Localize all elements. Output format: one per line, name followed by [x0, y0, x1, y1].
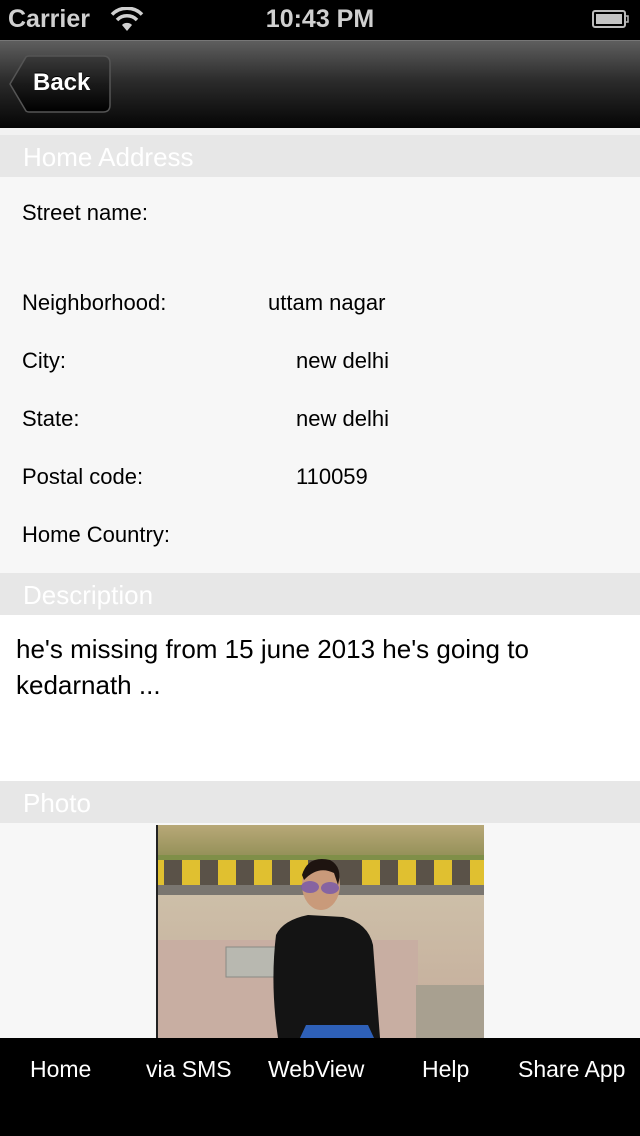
field-city: City: new delhi — [0, 348, 640, 378]
section-header-photo: Photo — [0, 781, 640, 823]
tab-share-app[interactable]: Share App — [518, 1056, 625, 1083]
field-value: new delhi — [296, 406, 389, 431]
field-street-name: Street name: — [0, 200, 640, 230]
photo-image — [158, 825, 484, 1038]
navigation-bar: Back — [0, 40, 640, 128]
tab-bar: Home via SMS WebView Help Share App — [0, 1038, 640, 1136]
field-label: Neighborhood: — [22, 290, 167, 315]
back-button[interactable]: Back — [9, 55, 111, 113]
field-state: State: new delhi — [0, 406, 640, 436]
field-value: uttam nagar — [268, 290, 386, 315]
field-label: Postal code: — [22, 464, 144, 489]
person-photo[interactable] — [156, 825, 484, 1038]
field-neighborhood: Neighborhood: uttam nagar — [0, 290, 640, 320]
tab-via-sms[interactable]: via SMS — [146, 1056, 232, 1083]
status-bar: Carrier 10:43 PM — [0, 0, 640, 40]
status-time: 10:43 PM — [265, 5, 375, 33]
field-label: Home Country: — [22, 522, 170, 547]
tab-webview[interactable]: WebView — [268, 1056, 364, 1083]
section-header-description: Description — [0, 573, 640, 615]
tab-help[interactable]: Help — [422, 1056, 469, 1083]
nav-separator — [0, 128, 640, 135]
field-label: Street name: — [22, 200, 148, 225]
field-label: State: — [22, 406, 80, 431]
tab-home[interactable]: Home — [30, 1056, 91, 1083]
field-value: 110059 — [296, 464, 368, 489]
battery-icon — [592, 10, 630, 28]
field-postal-code: Postal code: 110059 — [0, 464, 640, 494]
back-button-label: Back — [33, 69, 91, 96]
field-label: City: — [22, 348, 66, 373]
field-value: new delhi — [296, 348, 389, 373]
description-area: he's missing from 15 june 2013 he's goin… — [0, 615, 640, 781]
description-text: he's missing from 15 june 2013 he's goin… — [16, 634, 529, 700]
section-header-home-address: Home Address — [0, 135, 640, 177]
field-home-country: Home Country: — [0, 522, 640, 552]
